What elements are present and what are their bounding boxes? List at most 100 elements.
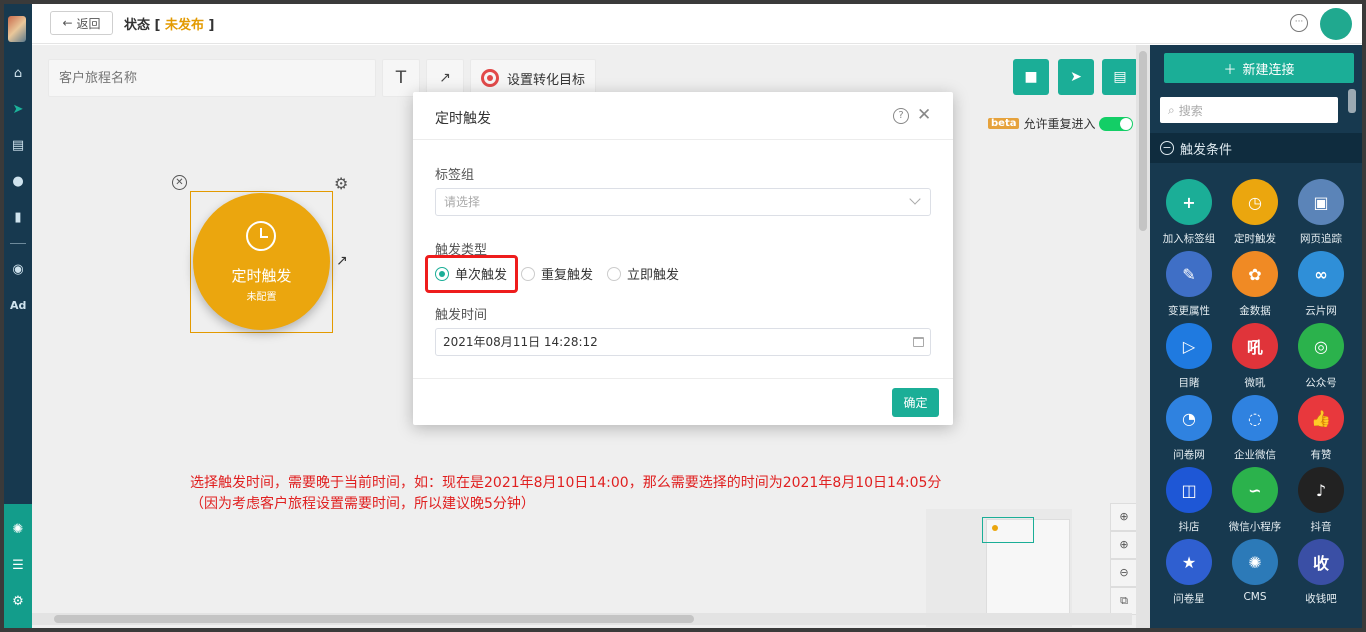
trigger-item-icon: ★ bbox=[1166, 539, 1212, 585]
trigger-item[interactable]: ◷ 定时触发 bbox=[1222, 179, 1288, 251]
back-button[interactable]: ← 返回 bbox=[50, 11, 113, 35]
node-connect-icon[interactable]: ↗ bbox=[336, 253, 348, 269]
dialog-title: 定时触发 bbox=[435, 111, 491, 127]
trigger-item-icon: ∞ bbox=[1298, 251, 1344, 297]
trigger-item-label: 公众号 bbox=[1305, 377, 1337, 389]
trigger-item-icon: ∽ bbox=[1232, 467, 1278, 513]
vertical-scrollbar[interactable] bbox=[1136, 45, 1150, 628]
send-icon[interactable]: ➤ bbox=[10, 102, 26, 118]
component-search-input[interactable]: ⌕ 搜索 bbox=[1160, 97, 1338, 123]
user-icon[interactable]: ● bbox=[10, 174, 26, 190]
trigger-time-picker[interactable]: 2021年08月11日 14:28:12 bbox=[435, 328, 931, 356]
journey-status: 状态 [ 未发布 ] bbox=[124, 18, 215, 33]
trigger-item-icon: + bbox=[1166, 179, 1212, 225]
trigger-item-label: 云片网 bbox=[1305, 305, 1337, 317]
trigger-item-label: 定时触发 bbox=[1234, 233, 1276, 245]
trigger-item-icon: ◫ bbox=[1166, 467, 1212, 513]
trigger-item-label: 抖店 bbox=[1178, 521, 1200, 533]
status-badge: 未发布 bbox=[165, 18, 205, 33]
journey-name-input[interactable] bbox=[48, 59, 376, 97]
trigger-item-label: 收钱吧 bbox=[1305, 593, 1337, 605]
trigger-item-label: 企业微信 bbox=[1234, 449, 1276, 461]
calendar-icon bbox=[913, 337, 924, 347]
node-gear-icon[interactable]: ⚙ bbox=[334, 174, 348, 193]
trigger-item[interactable]: ♪ 抖音 bbox=[1288, 467, 1354, 539]
trigger-item-icon: 收 bbox=[1298, 539, 1344, 585]
trigger-item[interactable]: ✎ 变更属性 bbox=[1156, 251, 1222, 323]
radio-immediate[interactable]: 立即触发 bbox=[607, 264, 679, 283]
reentry-toggle[interactable] bbox=[1099, 116, 1134, 131]
zoom-in-icon[interactable]: ⊕ bbox=[1110, 531, 1138, 559]
node-delete-icon[interactable]: ✕ bbox=[172, 175, 187, 190]
beta-badge: beta bbox=[988, 118, 1020, 129]
close-icon[interactable]: ✕ bbox=[917, 105, 931, 125]
confirm-button[interactable]: 确定 bbox=[892, 388, 939, 417]
new-connection-button[interactable]: ＋ 新建连接 bbox=[1164, 53, 1354, 83]
panel-scrollbar[interactable] bbox=[1348, 89, 1356, 113]
trigger-item-label: CMS bbox=[1243, 591, 1267, 603]
trigger-item[interactable]: ◫ 抖店 bbox=[1156, 467, 1222, 539]
publish-button[interactable]: ➤ bbox=[1058, 59, 1094, 95]
collapse-icon: − bbox=[1160, 141, 1174, 155]
tag-group-select[interactable]: 请选择 bbox=[435, 188, 931, 216]
tag-group-label: 标签组 bbox=[435, 168, 475, 183]
trigger-item-label: 微信小程序 bbox=[1228, 521, 1282, 533]
network-icon[interactable]: ✺ bbox=[10, 522, 26, 538]
locate-icon[interactable]: ⊕ bbox=[1110, 503, 1138, 531]
layout-button[interactable]: ▤ bbox=[1102, 59, 1138, 95]
trigger-section-header[interactable]: − 触发条件 bbox=[1150, 133, 1362, 163]
horizontal-scrollbar[interactable] bbox=[32, 613, 1132, 625]
radio-repeat[interactable]: 重复触发 bbox=[521, 264, 593, 283]
help-icon[interactable]: ? bbox=[893, 108, 909, 124]
wechat-icon[interactable]: ◉ bbox=[10, 262, 26, 278]
trigger-item[interactable]: ★ 问卷星 bbox=[1156, 539, 1222, 611]
trigger-item[interactable]: 收收钱吧 bbox=[1288, 539, 1354, 611]
annotation-note: 选择触发时间，需要晚于当前时间，如：现在是2021年8月10日14:00，那么需… bbox=[190, 475, 942, 512]
minimap-viewport[interactable] bbox=[982, 517, 1034, 543]
annotation-highlight-box bbox=[425, 255, 518, 293]
layout-icon: ▤ bbox=[1113, 69, 1127, 85]
trigger-item[interactable]: ▣ 网页追踪 bbox=[1288, 179, 1354, 251]
nav-divider bbox=[10, 243, 26, 244]
trigger-item[interactable]: ◌ 企业微信 bbox=[1222, 395, 1288, 467]
trigger-item-label: 抖音 bbox=[1310, 521, 1332, 533]
zoom-out-icon[interactable]: ⊖ bbox=[1110, 559, 1138, 587]
trigger-item-icon: ◔ bbox=[1166, 395, 1212, 441]
chat-icon[interactable]: ··· bbox=[1290, 14, 1308, 32]
save-button[interactable]: ■ bbox=[1013, 59, 1049, 95]
trigger-item-label: 微吼 bbox=[1244, 377, 1266, 389]
trigger-item[interactable]: 👍 有赞 bbox=[1288, 395, 1354, 467]
chart-icon[interactable]: ▮ bbox=[10, 210, 26, 226]
trigger-item[interactable]: + 加入标签组 bbox=[1156, 179, 1222, 251]
trigger-item-icon: ♪ bbox=[1298, 467, 1344, 513]
settings-icon[interactable]: ⚙ bbox=[10, 594, 26, 610]
trigger-item[interactable]: ✺ CMS bbox=[1222, 539, 1288, 611]
component-panel: ＋ 新建连接 ⌕ 搜索 − 触发条件 + 加入标签组 ◷ 定时触发 ▣ 网页追踪 ✎ 变更属性… bbox=[1150, 45, 1362, 628]
timer-trigger-node[interactable]: 定时触发 未配置 bbox=[193, 193, 330, 330]
ad-icon[interactable]: Ad bbox=[10, 298, 26, 314]
trigger-item[interactable]: ▷ 目睹 bbox=[1156, 323, 1222, 395]
trigger-item-label: 问卷网 bbox=[1173, 449, 1205, 461]
trigger-item-label: 加入标签组 bbox=[1162, 233, 1216, 245]
trigger-item[interactable]: 吼微吼 bbox=[1222, 323, 1288, 395]
trigger-item[interactable]: ◎ 公众号 bbox=[1288, 323, 1354, 395]
home-icon[interactable]: ⌂ bbox=[10, 66, 26, 82]
trigger-item[interactable]: ◔ 问卷网 bbox=[1156, 395, 1222, 467]
fit-icon[interactable]: ⧉ bbox=[1110, 587, 1138, 615]
trigger-item-icon: ✎ bbox=[1166, 251, 1212, 297]
avatar[interactable] bbox=[1320, 8, 1352, 40]
trigger-item[interactable]: ∞ 云片网 bbox=[1288, 251, 1354, 323]
clock-icon bbox=[246, 221, 276, 251]
search-icon: ⌕ bbox=[1168, 102, 1175, 117]
trigger-grid: + 加入标签组 ◷ 定时触发 ▣ 网页追踪 ✎ 变更属性 ✿ 金数据 ∞ 云片网 ▷ 目睹吼微吼 ◎ 公众号 ◔… bbox=[1156, 179, 1354, 611]
minimap[interactable] bbox=[926, 509, 1072, 627]
trigger-item-label: 变更属性 bbox=[1168, 305, 1210, 317]
layout-icon[interactable]: ▤ bbox=[10, 138, 26, 154]
server-icon[interactable]: ☰ bbox=[10, 558, 26, 574]
trigger-item-icon: ✿ bbox=[1232, 251, 1278, 297]
trigger-item[interactable]: ✿ 金数据 bbox=[1222, 251, 1288, 323]
trigger-item[interactable]: ∽ 微信小程序 bbox=[1222, 467, 1288, 539]
trigger-item-icon: ◷ bbox=[1232, 179, 1278, 225]
left-nav: ⌂ ➤ ▤ ● ▮ ◉ Ad ✺ ☰ ⚙ bbox=[4, 4, 32, 628]
paper-plane-icon: ➤ bbox=[1070, 69, 1082, 85]
